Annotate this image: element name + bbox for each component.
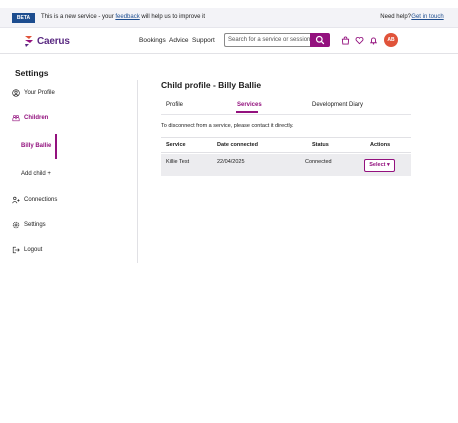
beta-banner: BETA This is a new service - your feedba… — [0, 8, 458, 28]
sidebar-divider — [137, 80, 138, 263]
gear-icon — [12, 221, 20, 229]
help-label: Need help? — [380, 14, 411, 20]
sidebar-item-logout[interactable]: Logout — [12, 246, 42, 254]
user-circle-icon — [12, 89, 20, 97]
user-avatar[interactable]: AB — [384, 33, 398, 47]
feedback-link[interactable]: feedback — [115, 14, 139, 20]
search-input[interactable]: Search for a service or session — [224, 33, 310, 47]
column-header-actions: Actions — [370, 142, 391, 148]
tab-services[interactable]: Services — [237, 102, 262, 108]
select-action-dropdown[interactable]: Select ▾ — [364, 159, 395, 172]
sidebar-child-billy-ballie[interactable]: Billy Ballie — [21, 143, 51, 149]
cell-status: Connected — [305, 159, 332, 165]
sidebar-item-label: Logout — [24, 247, 43, 253]
tab-profile[interactable]: Profile — [166, 102, 183, 108]
caerus-logo[interactable]: Caerus — [23, 34, 70, 48]
sidebar-item-label: Connections — [24, 197, 58, 203]
logo-text: Caerus — [37, 35, 70, 47]
column-header-service: Service — [166, 142, 186, 148]
nav-support[interactable]: Support — [192, 37, 215, 44]
cell-date-connected: 22/04/2025 — [217, 159, 245, 165]
help-text: Need help? Get in touch — [380, 14, 443, 20]
get-in-touch-link[interactable]: Get in touch — [411, 14, 443, 20]
sidebar-item-connections[interactable]: Connections — [12, 196, 57, 204]
sidebar-item-label: Your Profile — [24, 90, 55, 96]
logout-icon — [12, 246, 20, 254]
bag-icon[interactable] — [341, 36, 350, 45]
column-header-status: Status — [312, 142, 329, 148]
active-tab-indicator — [236, 111, 258, 113]
search-icon — [315, 35, 325, 45]
heart-icon[interactable] — [355, 36, 364, 45]
site-header: Caerus Bookings Advice Support Search fo… — [0, 28, 458, 54]
column-header-date-connected: Date connected — [217, 142, 258, 148]
nav-bookings[interactable]: Bookings — [139, 37, 166, 44]
sidebar-title: Settings — [15, 68, 49, 78]
sidebar-item-label: Children — [24, 115, 49, 121]
add-child-link[interactable]: Add child + — [21, 171, 51, 177]
add-connection-icon — [12, 196, 20, 204]
sidebar-item-label: Settings — [24, 222, 46, 228]
table-top-border — [161, 137, 411, 138]
tab-development-diary[interactable]: Development Diary — [312, 102, 363, 108]
search-button[interactable] — [310, 33, 330, 47]
tabs-divider — [161, 114, 411, 115]
beta-tag: BETA — [12, 13, 35, 23]
bell-icon[interactable] — [369, 36, 378, 45]
beta-message-end: will help us to improve it — [139, 14, 206, 20]
sidebar-item-children[interactable]: Children — [12, 114, 48, 122]
table-header-border — [161, 152, 411, 153]
disconnect-info: To disconnect from a service, please con… — [161, 123, 294, 129]
active-child-indicator — [55, 134, 57, 159]
beta-message-start: This is a new service - your — [41, 14, 116, 20]
children-icon — [12, 115, 20, 122]
nav-advice[interactable]: Advice — [169, 37, 189, 44]
caerus-logo-mark-icon — [25, 36, 33, 47]
cell-service: Killie Test — [166, 159, 190, 165]
sidebar-item-settings[interactable]: Settings — [12, 221, 46, 229]
beta-message: This is a new service - your feedback wi… — [41, 14, 205, 20]
page-title: Child profile - Billy Ballie — [161, 80, 262, 90]
sidebar-item-your-profile[interactable]: Your Profile — [12, 89, 55, 97]
